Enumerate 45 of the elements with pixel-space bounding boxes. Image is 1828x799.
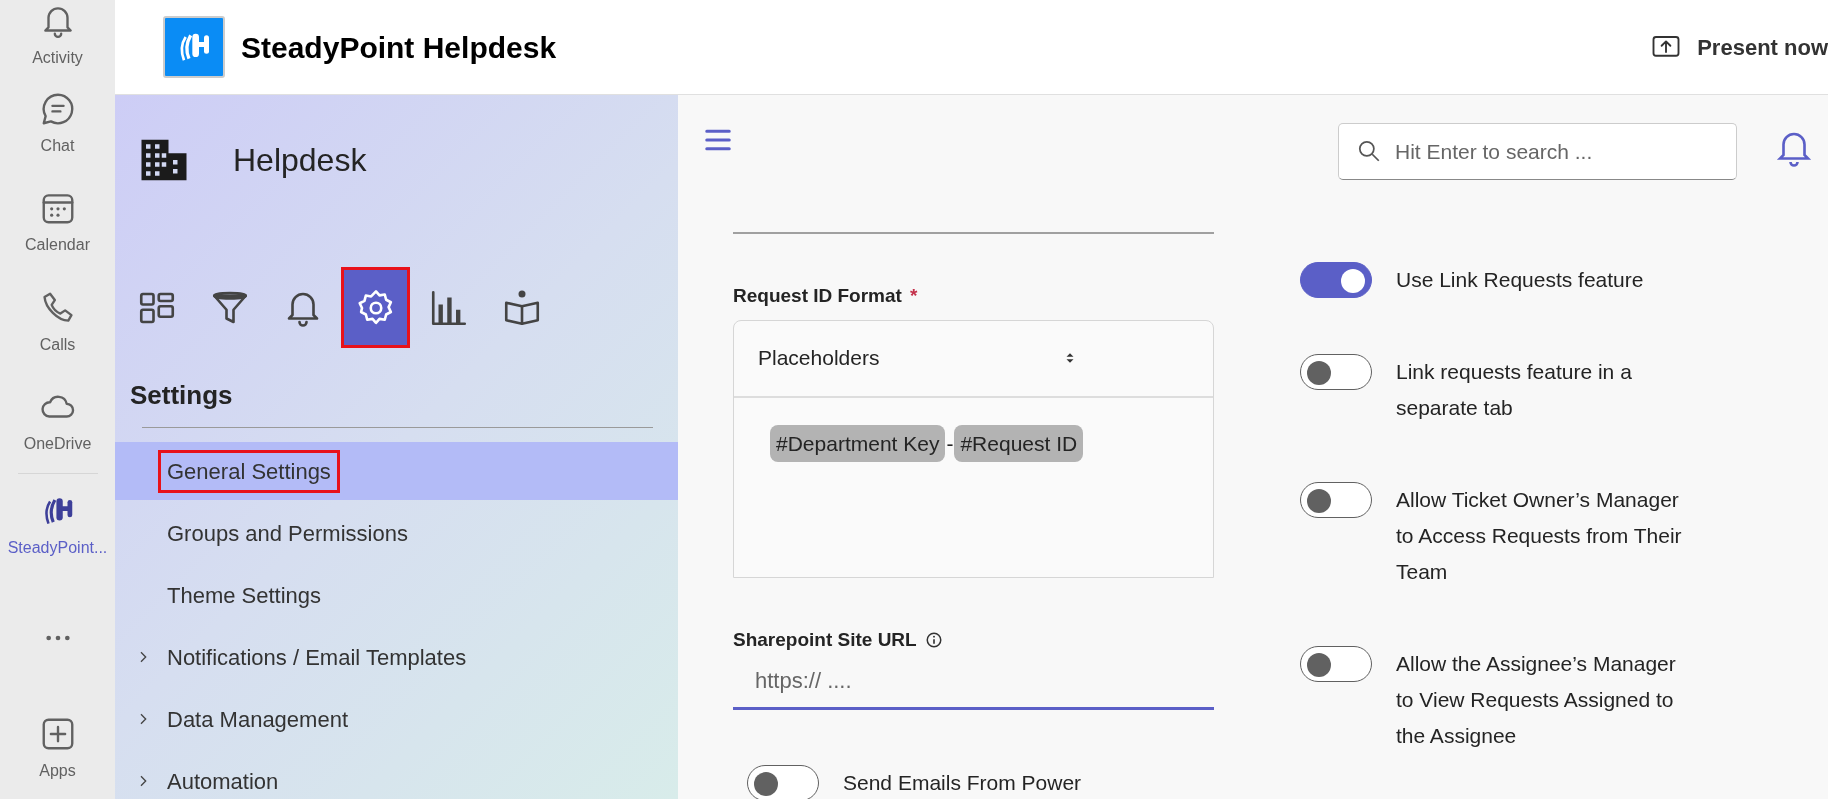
app-bar-item[interactable]: Calendar: [0, 173, 115, 273]
toggle-label: Use Link Requests feature: [1396, 267, 1645, 293]
nav-tab[interactable]: [341, 267, 410, 348]
placeholder-token[interactable]: #Department Key: [770, 424, 946, 462]
toggle-switch[interactable]: [747, 765, 819, 799]
app-title: SteadyPoint Helpdesk: [241, 29, 557, 66]
required-mark: *: [909, 284, 918, 308]
toggle-label: Link requests feature in a separate tab: [1396, 359, 1633, 421]
placeholder-select[interactable]: Placeholders: [734, 320, 1213, 398]
menu-item[interactable]: General Settings: [115, 442, 678, 500]
menu-item-label: Groups and Permissions: [166, 519, 409, 548]
url-input[interactable]: https:// ....: [733, 654, 1214, 710]
toggle-label: Allow Ticket Owner’s Manager to Access Requests from Their Team: [1396, 487, 1683, 585]
app-bar-item[interactable]: SteadyPoint...: [0, 476, 115, 576]
app-name: Helpdesk: [233, 141, 367, 180]
menu-item-label: Theme Settings: [166, 581, 323, 610]
toggle-label: Allow the Assignee’s Manager to View Requests Assigned to the Assignee: [1396, 651, 1677, 749]
search-icon: [1356, 138, 1382, 164]
info-icon: [924, 630, 943, 649]
toggle-switch[interactable]: [1300, 262, 1372, 298]
menu-item-label: Data Management: [166, 705, 349, 734]
toggle-switch[interactable]: [1300, 354, 1372, 390]
menu-item[interactable]: Data Management: [115, 690, 678, 748]
toggle-switch[interactable]: [1300, 482, 1372, 518]
menu-item[interactable]: Groups and Permissions: [115, 504, 678, 562]
menu-item[interactable]: Notifications / Email Templates: [115, 628, 678, 686]
menu-item[interactable]: Automation: [115, 752, 678, 799]
separator-text: -: [945, 430, 955, 457]
placeholder-token[interactable]: #Request ID: [954, 424, 1084, 462]
menu-item-label: Notifications / Email Templates: [166, 643, 468, 672]
field-label: Request ID Format: [733, 284, 902, 308]
app-bar-item[interactable]: Calls: [0, 272, 115, 373]
app-bar-item[interactable]: Chat: [0, 74, 115, 174]
section-title: Settings: [130, 379, 234, 412]
toggle-label: Send Emails From Power: [843, 770, 1083, 796]
field-label: Sharepoint Site URL: [733, 627, 917, 652]
menu-item-label: Automation: [166, 767, 280, 796]
search-field[interactable]: Hit Enter to search ...: [1338, 123, 1737, 180]
present-now-button[interactable]: Present now: [1645, 29, 1828, 65]
toggle-switch[interactable]: [1300, 646, 1372, 682]
app-bar-item[interactable]: Apps: [0, 699, 115, 799]
menu-item-label: General Settings: [158, 449, 340, 493]
app-bar-item[interactable]: OneDrive: [0, 372, 115, 472]
menu-item[interactable]: Theme Settings: [115, 566, 678, 624]
app-bar-item[interactable]: Activity: [0, 0, 115, 75]
